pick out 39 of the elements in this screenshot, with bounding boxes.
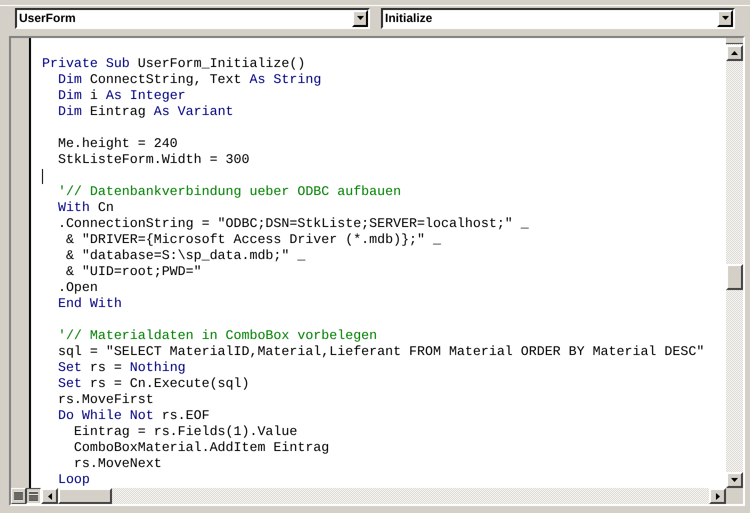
code-line: End With [56, 296, 122, 312]
code-line: Set rs = Nothing [56, 360, 186, 376]
split-handle[interactable] [726, 38, 743, 44]
procedure-dropdown[interactable]: Initialize [381, 8, 735, 29]
vertical-scrollbar[interactable] [726, 38, 743, 488]
code-line: Eintrag = rs.Fields(1).Value [72, 424, 298, 440]
code-line: StkListeForm.Width = 300 [56, 152, 250, 168]
code-line: .ConnectionString = "ODBC;DSN=StkListe;SERVER=localhost;" _ [56, 216, 529, 232]
text-cursor [42, 168, 43, 184]
scroll-thumb[interactable] [58, 488, 112, 504]
object-dropdown[interactable]: UserForm [15, 8, 370, 29]
code-line: ComboBoxMaterial.AddItem Eintrag [72, 440, 330, 456]
scroll-up-icon[interactable] [726, 45, 743, 61]
horizontal-scrollbar[interactable] [41, 488, 726, 504]
code-line: rs.MoveNext [72, 456, 162, 472]
code-line: Dim Eintrag As Variant [56, 104, 234, 120]
code-line: .Open [56, 280, 98, 296]
code-line: & "UID=root;PWD=" [64, 264, 202, 280]
scroll-down-icon[interactable] [726, 472, 743, 488]
code-editor[interactable] [31, 38, 726, 488]
code-line: & "database=S:\sp_data.mdb;" _ [64, 248, 306, 264]
code-line: Dim ConnectString, Text As String [56, 72, 322, 88]
code-line: Dim i As Integer [56, 88, 186, 104]
code-line: '// Datenbankverbindung ueber ODBC aufbauen [56, 184, 402, 200]
full-module-view-icon[interactable] [26, 488, 41, 504]
code-line: rs.MoveFirst [56, 392, 154, 408]
code-line: sql = "SELECT MaterialID,Material,Lieferant FROM Material ORDER BY Material DESC" [56, 344, 704, 360]
code-line: With Cn [56, 200, 114, 216]
scroll-left-icon[interactable] [41, 488, 58, 504]
scroll-right-icon[interactable] [709, 488, 726, 504]
code-line: Me.height = 240 [56, 136, 178, 152]
scroll-thumb[interactable] [726, 264, 743, 290]
code-line: Private Sub UserForm_Initialize() [42, 56, 306, 72]
code-line: Set rs = Cn.Execute(sql) [56, 376, 250, 392]
procedure-view-icon[interactable] [11, 488, 26, 504]
code-line: & "DRIVER={Microsoft Access Driver (*.mdb)};" _ [64, 232, 441, 248]
code-line: Loop [56, 472, 90, 488]
code-line: Do While Not rs.EOF [56, 408, 210, 424]
code-line: '// Materialdaten in ComboBox vorbelegen [56, 328, 378, 344]
